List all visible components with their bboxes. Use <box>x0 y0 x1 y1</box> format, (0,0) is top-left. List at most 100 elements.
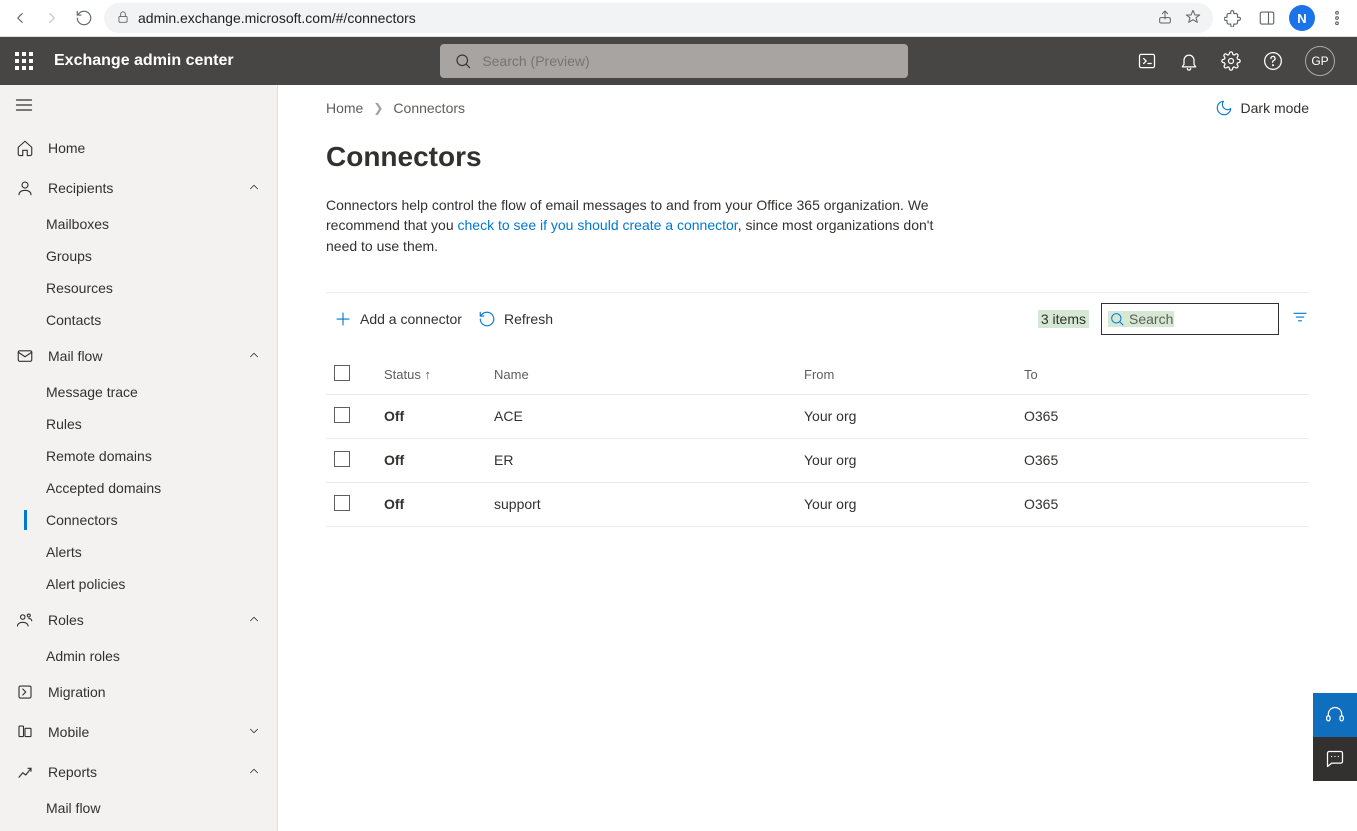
table-row[interactable]: OffsupportYour orgO365 <box>326 482 1309 526</box>
search-icon <box>1109 311 1125 327</box>
notifications-icon[interactable] <box>1179 51 1199 71</box>
add-connector-button[interactable]: Add a connector <box>326 304 470 334</box>
chevron-right-icon: ❯ <box>373 101 383 115</box>
reports-icon <box>16 763 34 781</box>
dark-mode-label: Dark mode <box>1241 100 1309 116</box>
app-launcher-icon[interactable] <box>0 37 48 85</box>
item-count: 3 items <box>1038 310 1089 328</box>
chevron-icon <box>247 348 261 365</box>
browser-toolbar: admin.exchange.microsoft.com/#/connector… <box>0 0 1357 37</box>
sidebar-item-remote-domains[interactable]: Remote domains <box>0 440 277 472</box>
global-search-input[interactable] <box>482 53 894 69</box>
hamburger-icon[interactable] <box>14 95 34 118</box>
sidebar-item-contacts[interactable]: Contacts <box>0 304 277 336</box>
filter-icon[interactable] <box>1291 308 1309 329</box>
breadcrumb-current: Connectors <box>393 100 465 116</box>
sidebar-item-mail-flow[interactable]: Mail flow <box>0 336 277 376</box>
address-bar[interactable]: admin.exchange.microsoft.com/#/connector… <box>104 3 1213 33</box>
dark-mode-toggle[interactable]: Dark mode <box>1215 99 1309 117</box>
mobile-icon <box>16 723 34 741</box>
col-name[interactable]: Name <box>486 355 796 395</box>
connectors-table: Status ↑ Name From To OffACEYour orgO365… <box>326 355 1309 527</box>
breadcrumb: Home ❯ Connectors <box>326 100 465 116</box>
app-header: Exchange admin center GP <box>0 37 1357 85</box>
main-content: Home ❯ Connectors Dark mode Connectors C… <box>278 85 1357 831</box>
browser-menu-icon[interactable] <box>1325 6 1349 30</box>
cell-name: support <box>486 482 796 526</box>
sidebar-item-home[interactable]: Home <box>0 128 277 168</box>
sidebar: HomeRecipientsMailboxesGroupsResourcesCo… <box>0 85 278 831</box>
row-checkbox[interactable] <box>334 495 350 511</box>
sidebar-item-rules[interactable]: Rules <box>0 408 277 440</box>
support-button[interactable] <box>1313 693 1357 737</box>
sidebar-item-recipients[interactable]: Recipients <box>0 168 277 208</box>
lock-icon <box>116 10 130 27</box>
share-icon[interactable] <box>1157 9 1173 28</box>
feedback-buttons <box>1313 693 1357 781</box>
cell-name: ER <box>486 438 796 482</box>
global-search[interactable] <box>440 44 908 78</box>
sort-asc-icon: ↑ <box>424 367 431 382</box>
table-search[interactable]: Search <box>1101 303 1279 335</box>
table-row[interactable]: OffACEYour orgO365 <box>326 394 1309 438</box>
cell-from: Your org <box>796 438 1016 482</box>
row-checkbox[interactable] <box>334 451 350 467</box>
table-row[interactable]: OffERYour orgO365 <box>326 438 1309 482</box>
migration-icon <box>16 683 34 701</box>
extensions-icon[interactable] <box>1221 6 1245 30</box>
toolbar: Add a connector Refresh 3 items Search <box>326 292 1309 335</box>
col-status[interactable]: Status <box>384 367 421 382</box>
sidebar-item-roles[interactable]: Roles <box>0 600 277 640</box>
sidebar-item-migration[interactable]: Migration <box>0 672 277 712</box>
cell-status: Off <box>376 482 486 526</box>
chevron-icon <box>247 612 261 629</box>
sidebar-item-alerts[interactable]: Alerts <box>0 536 277 568</box>
row-checkbox[interactable] <box>334 407 350 423</box>
col-to[interactable]: To <box>1016 355 1309 395</box>
sidebar-item-mobile[interactable]: Mobile <box>0 712 277 752</box>
person-icon <box>16 179 34 197</box>
cell-status: Off <box>376 438 486 482</box>
sidebar-item-resources[interactable]: Resources <box>0 272 277 304</box>
url-text: admin.exchange.microsoft.com/#/connector… <box>138 10 416 26</box>
page-title: Connectors <box>326 141 1309 173</box>
sidebar-item-admin-roles[interactable]: Admin roles <box>0 640 277 672</box>
breadcrumb-home[interactable]: Home <box>326 100 363 116</box>
sidebar-item-groups[interactable]: Groups <box>0 240 277 272</box>
refresh-icon <box>478 310 496 328</box>
cell-from: Your org <box>796 394 1016 438</box>
moon-icon <box>1215 99 1233 117</box>
search-icon <box>454 52 472 70</box>
select-all-checkbox[interactable] <box>334 365 350 381</box>
cloud-shell-icon[interactable] <box>1137 51 1157 71</box>
browser-profile-avatar[interactable]: N <box>1289 5 1315 31</box>
sidebar-item-message-trace[interactable]: Message trace <box>0 376 277 408</box>
page-description: Connectors help control the flow of emai… <box>326 195 946 256</box>
cell-from: Your org <box>796 482 1016 526</box>
account-avatar[interactable]: GP <box>1305 46 1335 76</box>
chevron-icon <box>247 724 261 741</box>
col-from[interactable]: From <box>796 355 1016 395</box>
sidebar-item-connectors[interactable]: Connectors <box>0 504 277 536</box>
sidebar-item-alert-policies[interactable]: Alert policies <box>0 568 277 600</box>
forward-icon[interactable] <box>40 6 64 30</box>
sidebar-item-mail-flow[interactable]: Mail flow <box>0 792 277 824</box>
check-connector-link[interactable]: check to see if you should create a conn… <box>458 217 738 233</box>
panel-icon[interactable] <box>1255 6 1279 30</box>
cell-to: O365 <box>1016 482 1309 526</box>
sidebar-item-reports[interactable]: Reports <box>0 752 277 792</box>
chevron-icon <box>247 180 261 197</box>
cell-to: O365 <box>1016 394 1309 438</box>
star-icon[interactable] <box>1185 9 1201 28</box>
feedback-button[interactable] <box>1313 737 1357 781</box>
sidebar-item-accepted-domains[interactable]: Accepted domains <box>0 472 277 504</box>
roles-icon <box>16 611 34 629</box>
back-icon[interactable] <box>8 6 32 30</box>
sidebar-item-mailboxes[interactable]: Mailboxes <box>0 208 277 240</box>
refresh-button[interactable]: Refresh <box>470 304 561 334</box>
help-icon[interactable] <box>1263 51 1283 71</box>
reload-icon[interactable] <box>72 6 96 30</box>
home-icon <box>16 139 34 157</box>
plus-icon <box>334 310 352 328</box>
settings-icon[interactable] <box>1221 51 1241 71</box>
